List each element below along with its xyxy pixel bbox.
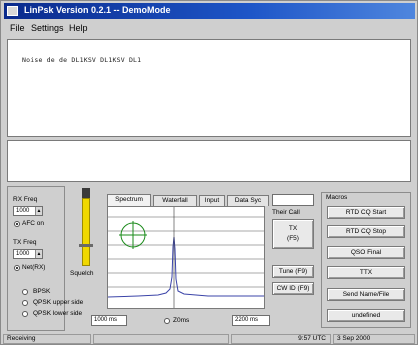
- afc-label: AFC on: [22, 220, 45, 227]
- tab-data-syc[interactable]: Data Syc: [227, 195, 269, 206]
- squelch-bar-dark: [82, 188, 90, 198]
- tx-freq-value: 1000: [16, 251, 30, 257]
- squelch-label: Squelch: [70, 270, 94, 277]
- mode-radio-bpsk[interactable]: [22, 289, 28, 295]
- spectrum-plot: [107, 207, 264, 308]
- transmit-text-area[interactable]: [7, 140, 411, 182]
- tx-button[interactable]: TX (F5): [272, 219, 314, 249]
- mode-radio-qpsk-lower[interactable]: [22, 311, 28, 317]
- mode-radio-qpsk-upper[interactable]: [22, 300, 28, 306]
- status-time: 9:57 UTC: [231, 334, 331, 344]
- tx-freq-spinbox[interactable]: 1000 ▲: [13, 249, 43, 259]
- tune-button[interactable]: Tune (F9): [272, 265, 314, 278]
- their-call-input[interactable]: [272, 194, 314, 206]
- macro-button-6[interactable]: undefined: [327, 309, 405, 322]
- mode-label-qpsk-lower: QPSK lower side: [33, 310, 83, 317]
- macros-label: Macros: [326, 194, 348, 201]
- z0ms-label: Z0ms: [173, 317, 190, 324]
- tx-button-label: TX (F5): [287, 225, 299, 242]
- macro-button-3[interactable]: QSO Final: [327, 246, 405, 259]
- status-state: Receiving: [3, 334, 91, 344]
- spin-arrows-icon[interactable]: ▲: [35, 207, 42, 215]
- menu-settings[interactable]: Settings: [31, 23, 64, 33]
- squelch-bar-fill: [82, 198, 90, 266]
- spectrum-display: [107, 206, 265, 309]
- app-window: LinPsk Version 0.2.1 -- DemoMode File Se…: [0, 0, 418, 345]
- macro-button-2[interactable]: RTD CQ Stop: [327, 225, 405, 238]
- spectrum-grid: [108, 216, 264, 288]
- spin-arrows-icon[interactable]: ▲: [35, 250, 42, 258]
- tab-waterfall[interactable]: Waterfall: [153, 195, 197, 206]
- status-date: 3 Sep 2000: [333, 334, 415, 344]
- tab-input[interactable]: Input: [199, 195, 225, 206]
- time-value: 1000 ms: [94, 317, 118, 323]
- app-icon: [7, 6, 18, 16]
- received-text: Noise de de DL1KSV DL1KSV DL1: [22, 56, 142, 64]
- frequency-panel: RX Freq 1000 ▲ AFC on TX Freq 1000 ▲ Net…: [7, 186, 83, 331]
- net-label: Net(RX): [22, 264, 46, 271]
- cw-id-button[interactable]: CW ID (F9): [272, 282, 314, 295]
- squelch-handle[interactable]: [79, 244, 93, 247]
- rx-freq-spinbox[interactable]: 1000 ▲: [13, 206, 43, 216]
- mode-label-qpsk-upper: QPSK upper side: [33, 299, 84, 306]
- status-value: [93, 334, 229, 344]
- time-value-input[interactable]: 1000 ms: [91, 315, 127, 326]
- right-value: 2200 ms: [235, 317, 259, 323]
- right-value-input[interactable]: 2200 ms: [232, 315, 270, 326]
- tx-freq-label: TX Freq: [13, 239, 37, 246]
- menu-help[interactable]: Help: [69, 23, 88, 33]
- squelch-slider[interactable]: [78, 188, 94, 268]
- z0ms-radio[interactable]: [164, 318, 170, 324]
- receive-text-area[interactable]: Noise de de DL1KSV DL1KSV DL1: [7, 39, 411, 137]
- menu-file[interactable]: File: [10, 23, 25, 33]
- macro-button-4[interactable]: TTX: [327, 266, 405, 279]
- net-checkbox[interactable]: [14, 265, 20, 271]
- window-title: LinPsk Version 0.2.1 -- DemoMode: [24, 5, 171, 15]
- menu-bar: File Settings Help: [4, 20, 415, 36]
- spectrum-trace: [107, 236, 264, 298]
- macro-button-1[interactable]: RTD CQ Start: [327, 206, 405, 219]
- their-call-label: Their Call: [272, 209, 300, 216]
- macro-button-5[interactable]: Send Name/File: [327, 288, 405, 301]
- tab-spectrum[interactable]: Spectrum: [107, 194, 151, 206]
- mode-label-bpsk: BPSK: [33, 288, 51, 295]
- rx-freq-label: RX Freq: [13, 196, 38, 203]
- macros-panel: Macros RTD CQ Start RTD CQ Stop QSO Fina…: [321, 192, 411, 328]
- rx-freq-value: 1000: [16, 208, 30, 214]
- title-bar[interactable]: LinPsk Version 0.2.1 -- DemoMode: [4, 3, 415, 19]
- afc-checkbox[interactable]: [14, 221, 20, 227]
